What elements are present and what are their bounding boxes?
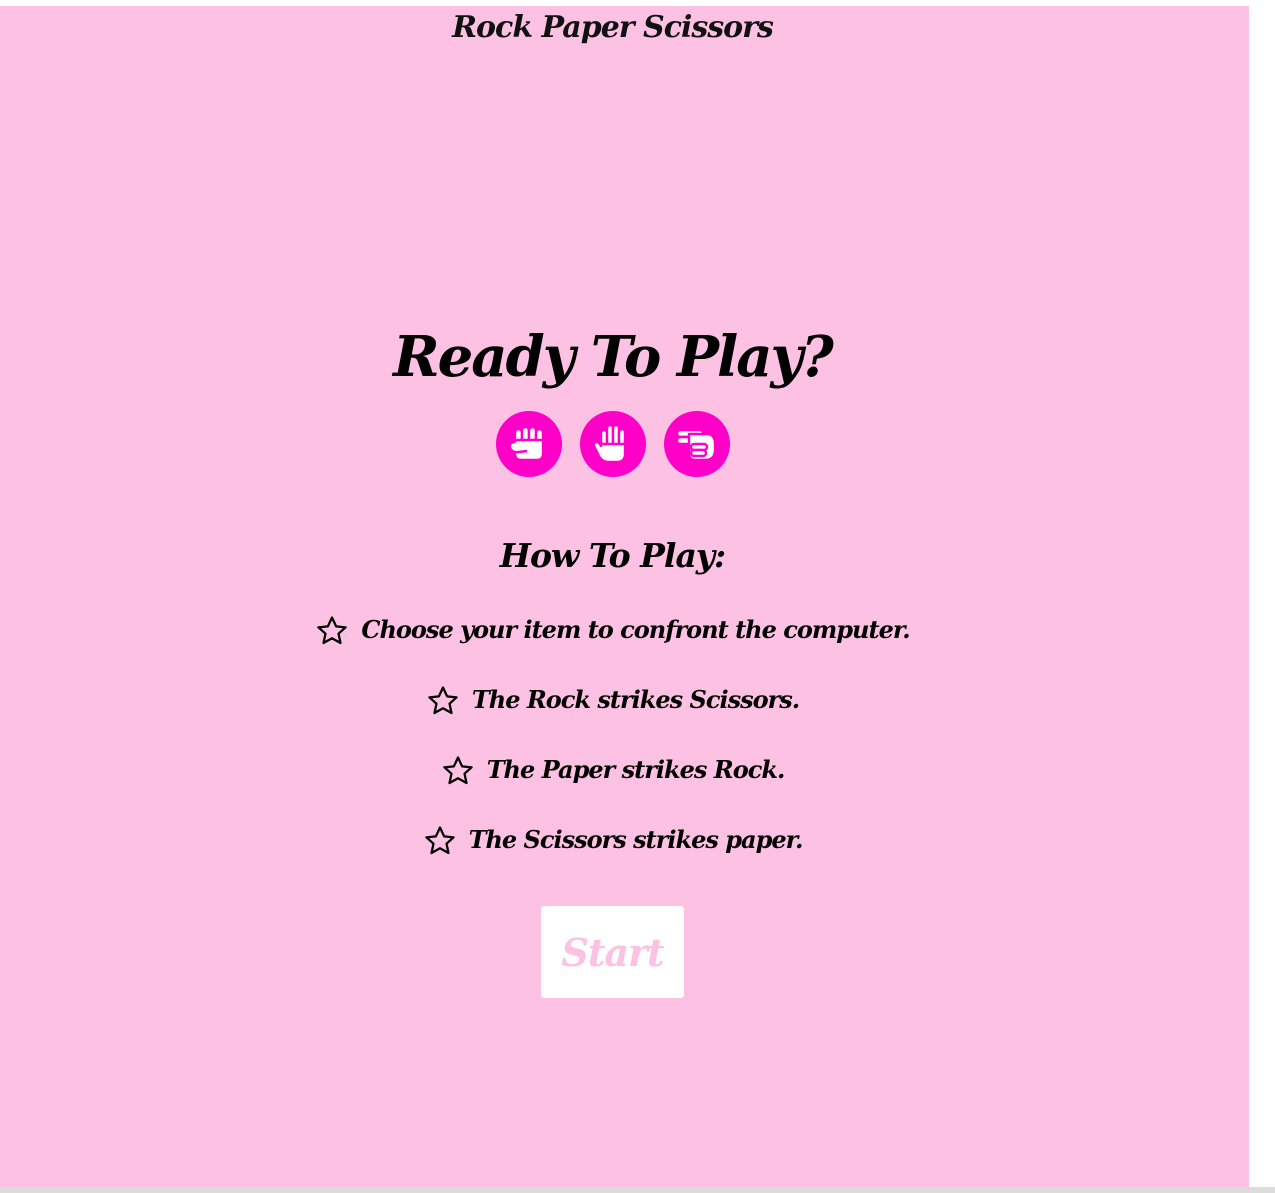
choice-icons-row	[0, 411, 1225, 477]
rock-choice-icon[interactable]	[495, 411, 562, 477]
start-button[interactable]: Start	[541, 906, 684, 998]
rule-text: Choose your item to confront the compute…	[361, 615, 910, 644]
rule-text: The Rock strikes Scissors.	[471, 685, 800, 714]
open-hand-icon	[592, 423, 626, 464]
fist-icon	[508, 425, 544, 462]
scissors-hand-icon	[675, 428, 716, 462]
ready-headline: Ready To Play?	[393, 324, 834, 390]
scissors-choice-icon[interactable]	[663, 411, 730, 477]
star-icon	[428, 686, 458, 715]
rules-list: Choose your item to confront the compute…	[0, 606, 1225, 886]
game-page: Rock Paper Scissors Ready To Play? How T…	[0, 6, 1249, 1187]
rule-text: The Scissors strikes paper.	[468, 825, 804, 854]
rule-item: The Paper strikes Rock.	[0, 746, 1225, 816]
rule-item: The Rock strikes Scissors.	[0, 676, 1225, 746]
site-title: Rock Paper Scissors	[452, 10, 774, 45]
how-to-play-title: How To Play:	[499, 536, 726, 575]
star-icon	[424, 826, 455, 855]
paper-choice-icon[interactable]	[579, 411, 646, 477]
star-icon	[442, 756, 473, 785]
star-icon	[317, 616, 348, 645]
rule-item: Choose your item to confront the compute…	[0, 606, 1225, 676]
window-bottom-edge	[0, 1187, 1275, 1193]
rule-text: The Paper strikes Rock.	[486, 755, 786, 784]
rule-item: The Scissors strikes paper.	[0, 816, 1225, 886]
